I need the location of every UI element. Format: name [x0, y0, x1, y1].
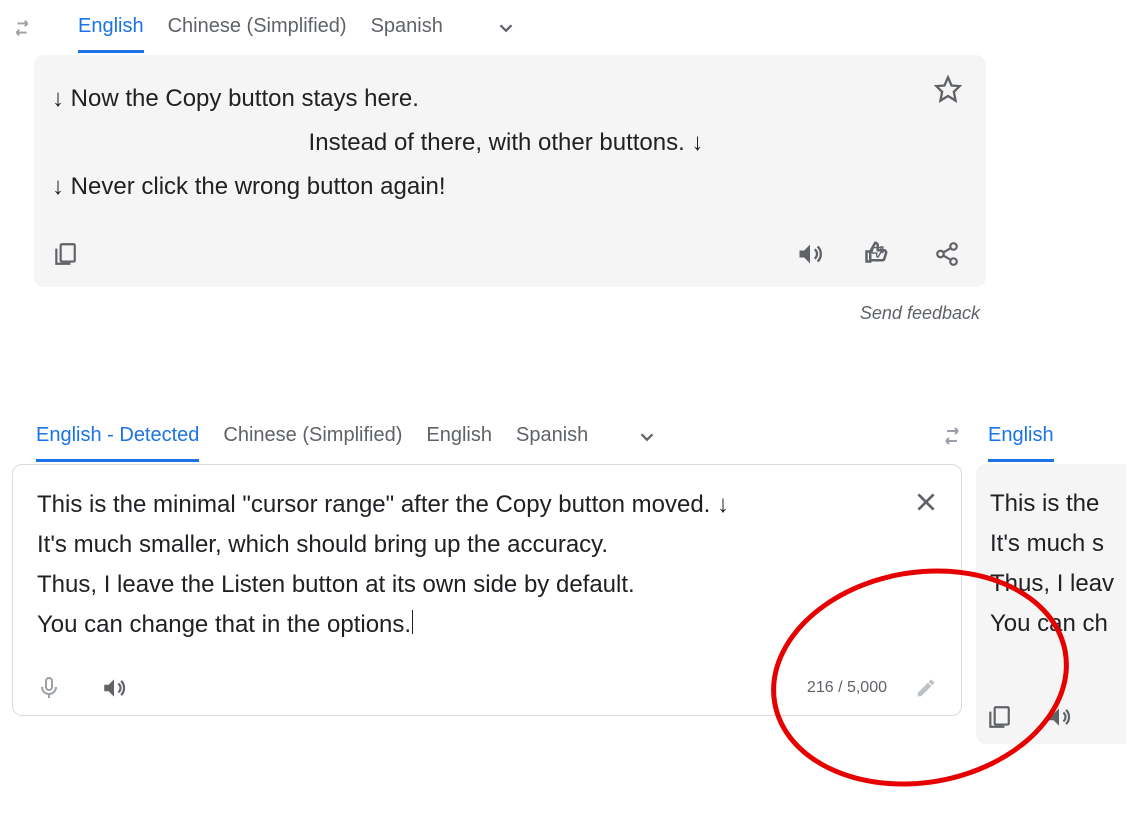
- target-language-tabs: English Chinese (Simplified) Spanish: [0, 0, 1040, 55]
- tab-chinese-simplified[interactable]: Chinese (Simplified): [223, 412, 402, 462]
- speaker-icon[interactable]: [1046, 704, 1072, 730]
- tab-spanish[interactable]: Spanish: [371, 3, 443, 53]
- tab-english[interactable]: English: [426, 412, 492, 462]
- target-text-panel: This is the It's much s Thus, I leav You…: [976, 464, 1126, 744]
- translation-text: ↓ Now the Copy button stays here. Instea…: [52, 77, 960, 209]
- close-icon[interactable]: [913, 489, 939, 515]
- target-footer: [986, 704, 1072, 730]
- swap-icon[interactable]: [940, 424, 964, 448]
- source-text[interactable]: This is the minimal "cursor range" after…: [37, 485, 901, 645]
- speaker-icon[interactable]: [796, 240, 824, 268]
- thumbs-icon[interactable]: [864, 239, 894, 269]
- tab-english[interactable]: English: [988, 412, 1054, 462]
- copy-icon[interactable]: [986, 704, 1012, 730]
- translation-line: ↓ Now the Copy button stays here.: [52, 77, 960, 121]
- character-count: 216 / 5,000: [807, 679, 887, 697]
- translation-card: ↓ Now the Copy button stays here. Instea…: [34, 55, 986, 287]
- source-footer: 216 / 5,000: [37, 675, 937, 701]
- send-feedback-link[interactable]: Send feedback: [0, 303, 980, 324]
- tab-spanish[interactable]: Spanish: [516, 412, 588, 462]
- copy-icon[interactable]: [52, 241, 78, 267]
- tab-chinese-simplified[interactable]: Chinese (Simplified): [168, 3, 347, 53]
- source-text-panel: This is the minimal "cursor range" after…: [12, 464, 962, 716]
- translation-toolbar: [52, 239, 960, 269]
- source-language-tabs: English - Detected Chinese (Simplified) …: [12, 410, 962, 464]
- chevron-down-icon[interactable]: [636, 426, 658, 448]
- translation-line: Instead of there, with other buttons. ↓: [52, 121, 960, 165]
- swap-icon[interactable]: [10, 16, 34, 40]
- text-line: Thus, I leave the Listen button at its o…: [37, 565, 901, 605]
- text-cursor: [412, 610, 413, 634]
- text-line: This is the: [990, 484, 1126, 524]
- text-line: Thus, I leav: [990, 564, 1126, 604]
- target-text: This is the It's much s Thus, I leav You…: [976, 464, 1126, 714]
- translation-line: ↓ Never click the wrong button again!: [52, 165, 960, 209]
- share-icon[interactable]: [934, 241, 960, 267]
- text-line: You can change that in the options.: [37, 605, 901, 645]
- text-line: You can ch: [990, 604, 1126, 644]
- mic-icon[interactable]: [37, 676, 61, 700]
- star-icon[interactable]: [934, 75, 962, 103]
- tab-english-detected[interactable]: English - Detected: [36, 412, 199, 462]
- target-language-tabs-2: English: [976, 410, 1126, 464]
- text-line: It's much s: [990, 524, 1126, 564]
- text-line: It's much smaller, which should bring up…: [37, 525, 901, 565]
- text-line: This is the minimal "cursor range" after…: [37, 485, 901, 525]
- tab-english[interactable]: English: [78, 3, 144, 53]
- chevron-down-icon[interactable]: [495, 17, 517, 39]
- pencil-icon[interactable]: [915, 677, 937, 699]
- speaker-icon[interactable]: [101, 675, 127, 701]
